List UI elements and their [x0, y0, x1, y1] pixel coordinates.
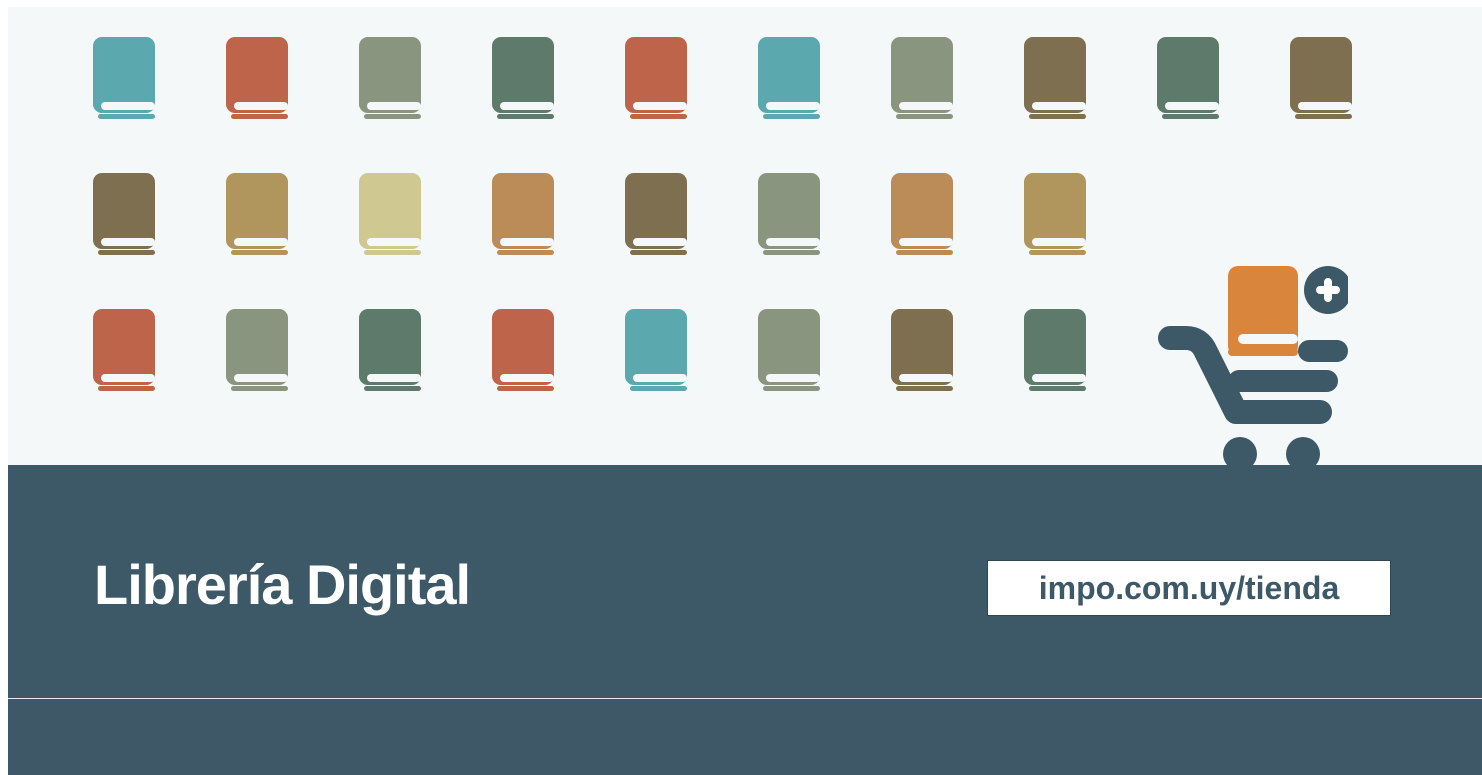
book-icon [359, 37, 421, 119]
book-icon [625, 173, 687, 255]
book-icon [359, 173, 421, 255]
book-icon [93, 173, 155, 255]
book-icon [226, 173, 288, 255]
book-icon [758, 37, 820, 119]
book-icon [93, 37, 155, 119]
book-icon [1024, 173, 1086, 255]
book-icon [625, 37, 687, 119]
book-icon [492, 309, 554, 391]
book-icon [1290, 37, 1352, 119]
book-icon [226, 309, 288, 391]
book-icon [492, 37, 554, 119]
book-icon [492, 173, 554, 255]
book-icon [1024, 37, 1086, 119]
banner: Librería Digital impo.com.uy/tienda [8, 7, 1482, 775]
book-icon [1157, 37, 1219, 119]
book-icon [891, 37, 953, 119]
book-icon [891, 309, 953, 391]
footer-band [8, 699, 1482, 775]
shopping-cart-add-icon [1148, 262, 1352, 471]
book-icon [891, 173, 953, 255]
book-icon [226, 37, 288, 119]
book-grid-area [8, 7, 1482, 471]
store-url-link[interactable]: impo.com.uy/tienda [987, 560, 1391, 616]
book-icon [758, 173, 820, 255]
book-icon [359, 309, 421, 391]
book-icon [93, 309, 155, 391]
book-icon [625, 309, 687, 391]
book-icon [758, 309, 820, 391]
book-icon [1024, 309, 1086, 391]
banner-title: Librería Digital [94, 553, 471, 616]
